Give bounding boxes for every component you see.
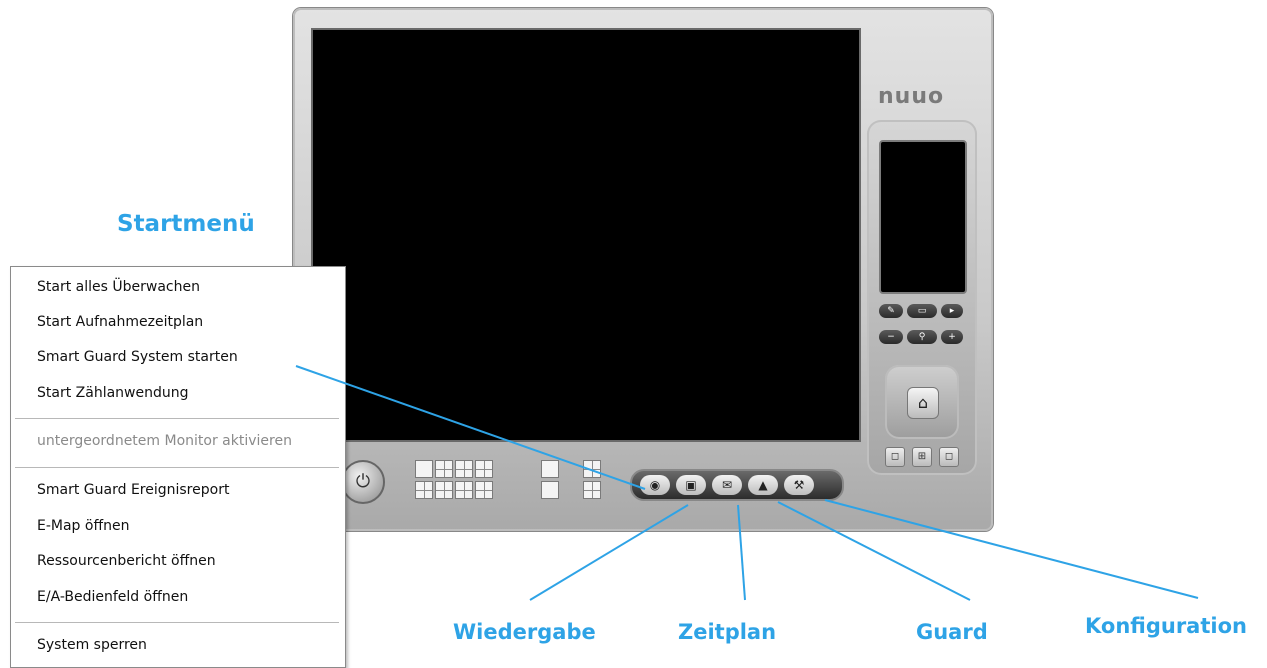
callout-line-wiedergabe [529,504,689,601]
callout-line-konfiguration [824,499,1199,599]
callout-line-smart-guard [295,365,646,490]
callout-lines [295,365,1199,601]
callout-line-zeitplan [737,504,746,601]
callout-line-guard [777,501,971,601]
callout-konfiguration: Konfiguration [1085,614,1247,638]
callout-zeitplan: Zeitplan [678,620,777,644]
callout-guard: Guard [916,620,988,644]
callout-wiedergabe: Wiedergabe [453,620,596,644]
